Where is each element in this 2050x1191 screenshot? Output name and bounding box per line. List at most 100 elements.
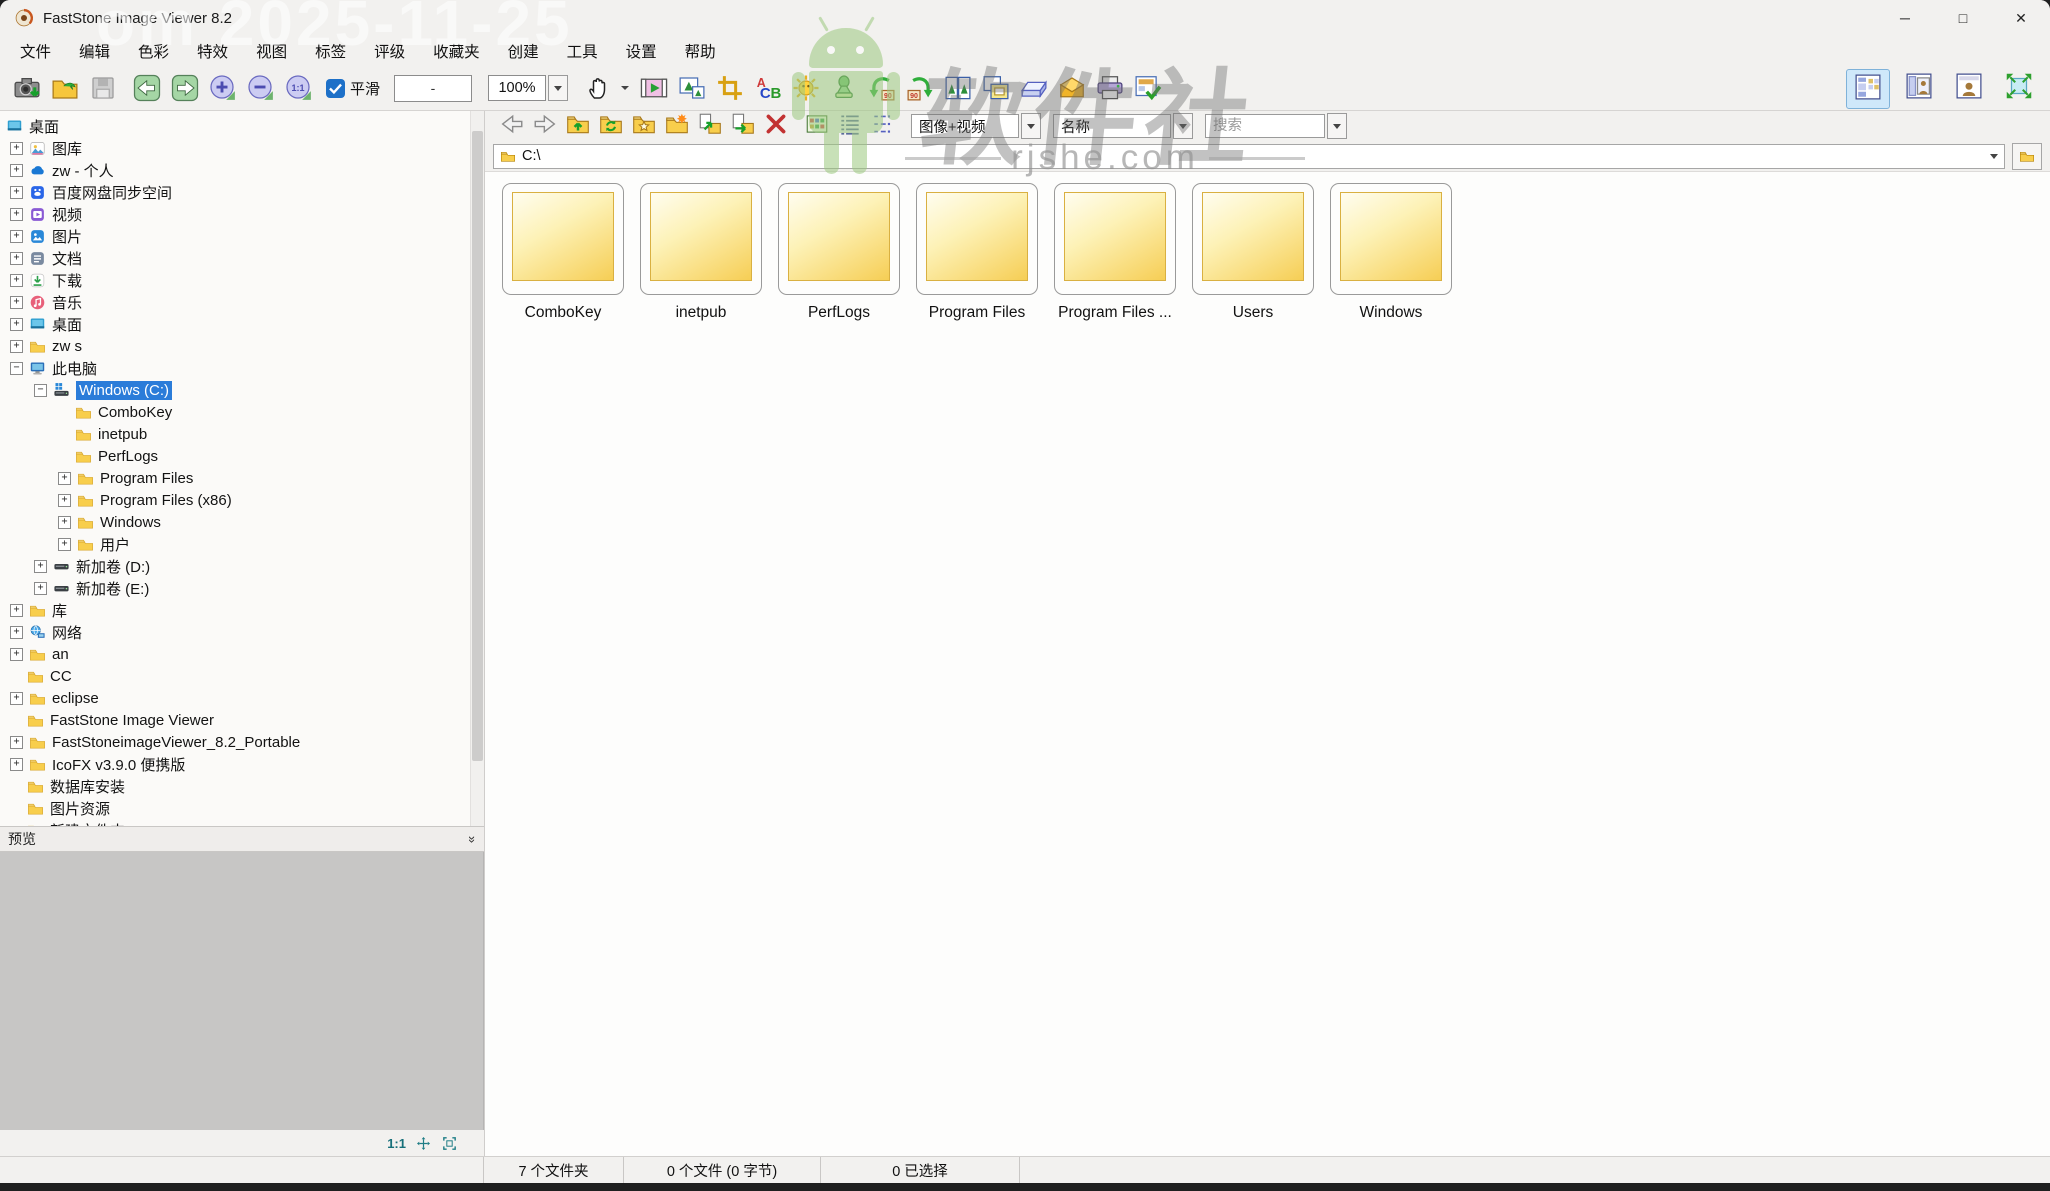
tree-item[interactable]: +用户 [0, 533, 484, 555]
menu-9[interactable]: 创建 [494, 37, 553, 65]
menu-11[interactable]: 设置 [612, 37, 671, 65]
folder-item[interactable]: Windows [1330, 183, 1452, 322]
tree-item[interactable]: +Program Files [0, 467, 484, 489]
folder-thumbnail[interactable] [1054, 183, 1176, 295]
expand-toggle-icon[interactable]: + [10, 692, 23, 705]
open-folder-button[interactable] [46, 69, 84, 107]
tree-item[interactable]: +网络 [0, 621, 484, 643]
expand-toggle-icon[interactable]: + [10, 296, 23, 309]
tree-item[interactable]: −Windows (C:) [0, 379, 484, 401]
tree-item[interactable]: +Program Files (x86) [0, 489, 484, 511]
menu-1[interactable]: 文件 [6, 37, 65, 65]
tree-item[interactable]: 新建文件夹 [0, 819, 484, 826]
tree-item[interactable]: +音乐 [0, 291, 484, 313]
thumbs-view-button[interactable] [800, 112, 833, 141]
expand-toggle-icon[interactable]: + [10, 648, 23, 661]
tree-item[interactable]: +文档 [0, 247, 484, 269]
forward-button[interactable] [528, 112, 561, 141]
zoom-level-dropdown-button[interactable] [548, 75, 568, 101]
folder-thumbnail[interactable] [1330, 183, 1452, 295]
expand-toggle-icon[interactable]: + [58, 538, 71, 551]
preview-actual-size-label[interactable]: 1:1 [387, 1136, 406, 1151]
tree-item[interactable]: inetpub [0, 423, 484, 445]
print-layout-button[interactable] [1129, 69, 1167, 107]
zoom-actual-button[interactable]: 1:1 [280, 69, 318, 107]
folder-thumbnail[interactable] [1192, 183, 1314, 295]
menu-6[interactable]: 标签 [301, 37, 360, 65]
folder-item[interactable]: Program Files ... [1054, 183, 1176, 322]
adjust-colors-button[interactable]: ACB [749, 69, 787, 107]
address-input[interactable]: C:\ [493, 144, 2005, 169]
tree-item[interactable]: +Windows [0, 511, 484, 533]
tree-item[interactable]: CC [0, 665, 484, 687]
nav-prev-button[interactable] [128, 69, 166, 107]
resize-button[interactable] [673, 69, 711, 107]
crop-button[interactable] [711, 69, 749, 107]
menu-8[interactable]: 收藏夹 [419, 37, 494, 65]
search-dropdown-button[interactable] [1327, 113, 1347, 139]
zoom-in-button[interactable] [204, 69, 242, 107]
folder-thumbnail[interactable] [502, 183, 624, 295]
checkbox-checked-icon[interactable] [326, 79, 345, 98]
scrollbar-thumb[interactable] [472, 131, 483, 761]
expand-toggle-icon[interactable]: + [10, 274, 23, 287]
parameter-input[interactable] [394, 75, 472, 102]
sort-dropdown-button[interactable] [1173, 113, 1193, 139]
menu-4[interactable]: 特效 [183, 37, 242, 65]
copy-to-button[interactable] [693, 112, 726, 141]
expand-toggle-icon[interactable]: + [58, 472, 71, 485]
minimize-button[interactable]: ─ [1876, 0, 1934, 36]
view-browser-button[interactable] [1846, 69, 1890, 109]
expand-toggle-icon[interactable]: + [10, 626, 23, 639]
scanner-button[interactable] [1015, 69, 1053, 107]
expand-toggle-icon[interactable]: + [34, 582, 47, 595]
view-strip-button[interactable] [1898, 69, 1940, 107]
back-button[interactable] [495, 112, 528, 141]
tree-item[interactable]: +库 [0, 599, 484, 621]
expand-toggle-icon[interactable]: + [34, 560, 47, 573]
tree-item[interactable]: +新加卷 (D:) [0, 555, 484, 577]
hand-tool-dropdown-icon[interactable] [621, 86, 629, 90]
menu-7[interactable]: 评级 [360, 37, 419, 65]
tree-item[interactable]: +视频 [0, 203, 484, 225]
tree-item[interactable]: PerfLogs [0, 445, 484, 467]
slideshow-button[interactable] [635, 69, 673, 107]
menu-3[interactable]: 色彩 [124, 37, 183, 65]
delete-button[interactable] [759, 112, 792, 141]
clone-stamp-button[interactable] [825, 69, 863, 107]
email-button[interactable] [1053, 69, 1091, 107]
tree-item[interactable]: +zw - 个人 [0, 159, 484, 181]
folder-item[interactable]: Users [1192, 183, 1314, 322]
expand-toggle-icon[interactable]: + [10, 318, 23, 331]
folder-thumbnail[interactable] [916, 183, 1038, 295]
view-fullscreen-button[interactable] [1998, 69, 2040, 107]
tree-scrollbar[interactable] [470, 111, 484, 826]
filter-value[interactable]: 图像+视频 [911, 114, 1019, 138]
folder-item[interactable]: Program Files [916, 183, 1038, 322]
expand-toggle-icon[interactable]: + [10, 252, 23, 265]
expand-toggle-icon[interactable]: − [10, 362, 23, 375]
tree-item[interactable]: +FastStoneimageViewer_8.2_Portable [0, 731, 484, 753]
tree-item[interactable]: +新加卷 (E:) [0, 577, 484, 599]
expand-toggle-icon[interactable]: + [58, 494, 71, 507]
tree-item[interactable]: +图库 [0, 137, 484, 159]
folder-item[interactable]: ComboKey [502, 183, 624, 322]
preview-frame-icon[interactable] [441, 1135, 458, 1152]
expand-toggle-icon[interactable]: + [10, 736, 23, 749]
folder-thumbnail[interactable] [640, 183, 762, 295]
print-button[interactable] [1091, 69, 1129, 107]
tree-item[interactable]: ComboKey [0, 401, 484, 423]
tree-item[interactable]: +桌面 [0, 313, 484, 335]
expand-toggle-icon[interactable]: + [10, 186, 23, 199]
expand-toggle-icon[interactable]: + [10, 604, 23, 617]
folder-thumbnail[interactable] [778, 183, 900, 295]
tree-item[interactable]: +图片 [0, 225, 484, 247]
expand-toggle-icon[interactable]: + [10, 340, 23, 353]
zoom-out-button[interactable] [242, 69, 280, 107]
menu-12[interactable]: 帮助 [671, 37, 730, 65]
zoom-level-value[interactable]: 100% [488, 75, 546, 101]
tree-item[interactable]: +IcoFX v3.9.0 便携版 [0, 753, 484, 775]
compare-button[interactable] [939, 69, 977, 107]
details-view-button[interactable] [833, 112, 866, 141]
search-input[interactable] [1205, 114, 1325, 138]
